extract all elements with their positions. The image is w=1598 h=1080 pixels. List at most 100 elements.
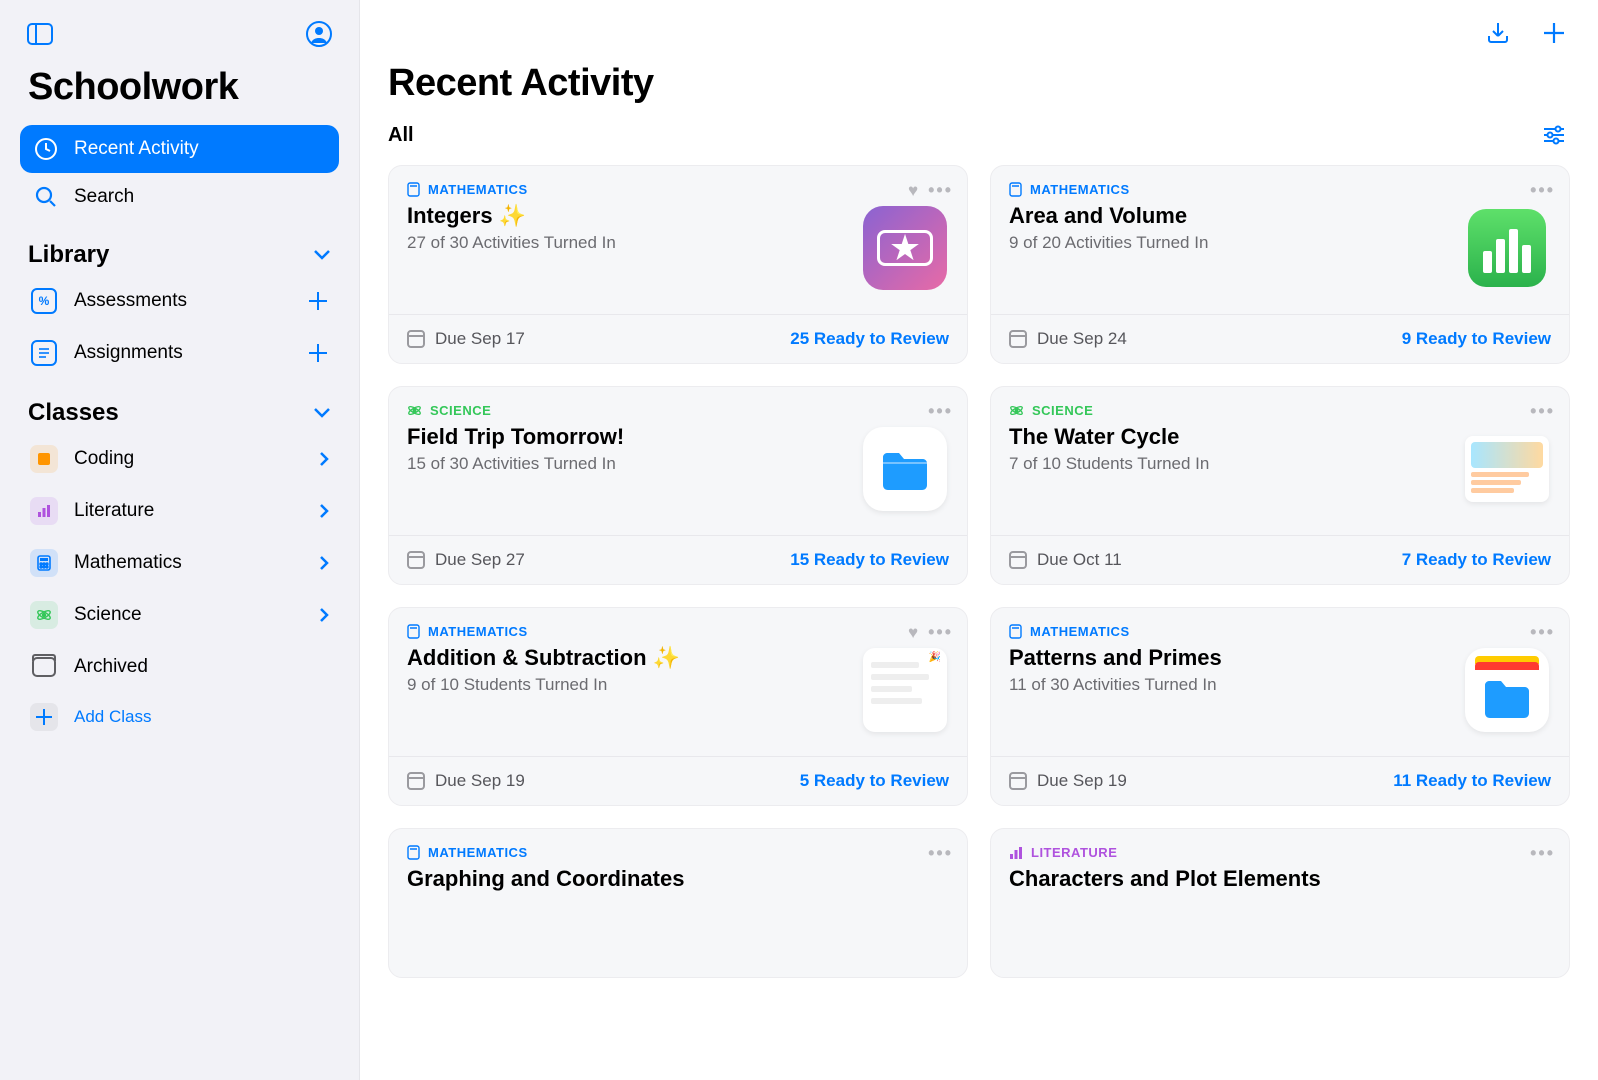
due-date: Due Sep 27	[407, 550, 525, 570]
toggle-sidebar-icon[interactable]	[24, 18, 56, 50]
more-options-button[interactable]: •••	[928, 843, 953, 864]
activity-card[interactable]: MATHEMATICS Addition & Subtraction ✨ 9 o…	[388, 607, 968, 806]
more-options-button[interactable]: •••	[928, 401, 953, 422]
sidebar-item-search[interactable]: Search	[20, 173, 339, 221]
card-content: MATHEMATICS Addition & Subtraction ✨ 9 o…	[407, 624, 853, 744]
card-actions: •••	[1530, 401, 1555, 422]
sidebar-item-coding[interactable]: Coding	[20, 433, 339, 485]
library-title: Library	[28, 241, 109, 269]
download-button[interactable]	[1482, 17, 1514, 49]
ready-to-review-link[interactable]: 11 Ready to Review	[1393, 771, 1551, 791]
add-class-label: Add Class	[74, 707, 151, 727]
calendar-icon	[1009, 772, 1027, 790]
account-icon[interactable]	[303, 18, 335, 50]
bars-icon	[30, 497, 58, 525]
subject-tag: SCIENCE	[1009, 403, 1455, 418]
card-content: MATHEMATICS Area and Volume 9 of 20 Acti…	[1009, 182, 1455, 302]
add-assignment-button[interactable]	[307, 342, 329, 364]
classes-section-header[interactable]: Classes	[20, 379, 339, 433]
subject-icon	[1009, 182, 1022, 197]
subject-tag: MATHEMATICS	[1009, 624, 1455, 639]
card-actions: •••	[928, 401, 953, 422]
library-item-assignments[interactable]: Assignments	[20, 327, 339, 379]
add-class-button[interactable]: Add Class	[20, 693, 339, 741]
library-item-label: Assessments	[74, 290, 291, 312]
card-content: SCIENCE The Water Cycle 7 of 10 Students…	[1009, 403, 1455, 523]
chevron-right-icon	[319, 607, 329, 623]
subject-icon	[407, 624, 420, 639]
library-section-header[interactable]: Library	[20, 221, 339, 275]
card-body: MATHEMATICS Integers ✨ 27 of 30 Activiti…	[389, 166, 967, 314]
atom-icon	[30, 601, 58, 629]
calendar-icon	[407, 772, 425, 790]
ready-to-review-link[interactable]: 9 Ready to Review	[1402, 329, 1551, 349]
activity-card[interactable]: SCIENCE Field Trip Tomorrow! 15 of 30 Ac…	[388, 386, 968, 585]
library-item-assessments[interactable]: % Assessments	[20, 275, 339, 327]
archive-icon	[30, 653, 58, 681]
card-body: MATHEMATICS Area and Volume 9 of 20 Acti…	[991, 166, 1569, 314]
add-button[interactable]	[1538, 17, 1570, 49]
filter-settings-button[interactable]	[1538, 119, 1570, 151]
sidebar-item-literature[interactable]: Literature	[20, 485, 339, 537]
card-actions: •••	[1530, 180, 1555, 201]
add-assessment-button[interactable]	[307, 290, 329, 312]
card-subtitle: 15 of 30 Activities Turned In	[407, 454, 853, 474]
activity-card[interactable]: SCIENCE The Water Cycle 7 of 10 Students…	[990, 386, 1570, 585]
sidebar-item-label: Recent Activity	[74, 138, 199, 160]
card-subtitle: 7 of 10 Students Turned In	[1009, 454, 1455, 474]
activity-card[interactable]: LITERATURE Characters and Plot Elements …	[990, 828, 1570, 978]
calendar-icon	[1009, 551, 1027, 569]
more-options-button[interactable]: •••	[928, 622, 953, 643]
more-options-button[interactable]: •••	[1530, 180, 1555, 201]
sidebar-item-recent-activity[interactable]: Recent Activity	[20, 125, 339, 173]
due-date: Due Sep 19	[1009, 771, 1127, 791]
more-options-button[interactable]: •••	[928, 180, 953, 201]
subject-tag: MATHEMATICS	[407, 182, 853, 197]
calc-icon	[30, 549, 58, 577]
favorite-icon[interactable]: ♥	[908, 623, 918, 643]
main-toolbar	[360, 0, 1598, 56]
library-item-label: Assignments	[74, 342, 291, 364]
subject-label: MATHEMATICS	[428, 624, 528, 639]
ready-to-review-link[interactable]: 7 Ready to Review	[1402, 550, 1551, 570]
card-thumbnail	[863, 427, 947, 511]
main-content: Recent Activity All MATHEMATICS Integers…	[360, 0, 1598, 1080]
ready-to-review-link[interactable]: 15 Ready to Review	[790, 550, 949, 570]
favorite-icon[interactable]: ♥	[908, 181, 918, 201]
filter-all[interactable]: All	[388, 124, 414, 147]
activity-card[interactable]: MATHEMATICS Integers ✨ 27 of 30 Activiti…	[388, 165, 968, 364]
card-body: MATHEMATICS Patterns and Primes 11 of 30…	[991, 608, 1569, 756]
chevron-right-icon	[319, 503, 329, 519]
card-thumbnail	[1465, 427, 1549, 511]
sidebar: Schoolwork Recent Activity Search Librar…	[0, 0, 360, 1080]
card-body: MATHEMATICS Addition & Subtraction ✨ 9 o…	[389, 608, 967, 756]
card-title: Graphing and Coordinates	[407, 866, 949, 892]
subject-tag: MATHEMATICS	[407, 845, 949, 860]
subject-label: MATHEMATICS	[428, 182, 528, 197]
ready-to-review-link[interactable]: 25 Ready to Review	[790, 329, 949, 349]
subject-label: MATHEMATICS	[1030, 624, 1130, 639]
card-body: SCIENCE Field Trip Tomorrow! 15 of 30 Ac…	[389, 387, 967, 535]
card-footer: Due Sep 17 25 Ready to Review	[389, 314, 967, 363]
more-options-button[interactable]: •••	[1530, 843, 1555, 864]
card-thumbnail: ★	[863, 206, 947, 290]
sidebar-item-mathematics[interactable]: Mathematics	[20, 537, 339, 589]
more-options-button[interactable]: •••	[1530, 622, 1555, 643]
subject-label: MATHEMATICS	[1030, 182, 1130, 197]
card-title: Area and Volume	[1009, 203, 1455, 229]
card-footer: Due Sep 19 11 Ready to Review	[991, 756, 1569, 805]
assignments-icon	[30, 339, 58, 367]
activity-card[interactable]: MATHEMATICS Patterns and Primes 11 of 30…	[990, 607, 1570, 806]
more-options-button[interactable]: •••	[1530, 401, 1555, 422]
class-label: Coding	[74, 448, 303, 470]
activity-card[interactable]: MATHEMATICS Area and Volume 9 of 20 Acti…	[990, 165, 1570, 364]
sidebar-item-science[interactable]: Science	[20, 589, 339, 641]
card-body: MATHEMATICS Graphing and Coordinates •••	[389, 829, 967, 977]
activity-card[interactable]: MATHEMATICS Graphing and Coordinates •••	[388, 828, 968, 978]
ready-to-review-link[interactable]: 5 Ready to Review	[800, 771, 949, 791]
class-label: Mathematics	[74, 552, 303, 574]
calendar-icon	[407, 330, 425, 348]
app-title: Schoolwork	[20, 60, 339, 125]
sidebar-item-archived[interactable]: Archived	[20, 641, 339, 693]
card-footer: Due Oct 11 7 Ready to Review	[991, 535, 1569, 584]
